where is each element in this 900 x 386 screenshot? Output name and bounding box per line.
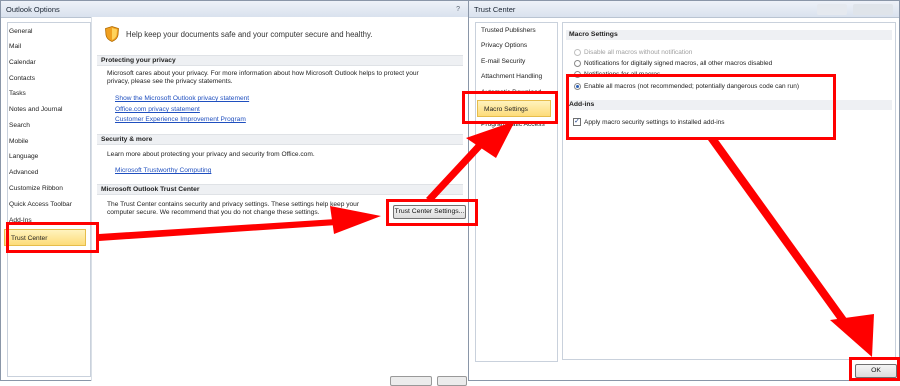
nav-item-language[interactable]: Language: [9, 152, 38, 161]
radio-notify-signed-macros[interactable]: Notifications for digitally signed macro…: [574, 59, 773, 68]
close-button[interactable]: [853, 4, 893, 15]
nav-item-general[interactable]: General: [9, 27, 32, 36]
radio-disable-all-macros[interactable]: Disable all macros without notification: [574, 48, 693, 57]
options-cancel-button[interactable]: [437, 376, 467, 386]
shield-icon: [105, 26, 119, 42]
radio-label: Enable all macros (not recommended; pote…: [584, 83, 799, 90]
privacy-section-title: Protecting your privacy: [97, 55, 463, 66]
nav-item-calendar[interactable]: Calendar: [9, 58, 36, 67]
radio-indicator[interactable]: [574, 71, 581, 78]
apply-macro-security-checkbox-row[interactable]: ✓ Apply macro security settings to insta…: [573, 118, 725, 127]
trust-center-settings-button[interactable]: Trust Center Settings...: [393, 205, 466, 219]
radio-notify-all-macros[interactable]: Notifications for all macros: [574, 70, 661, 79]
tc-nav-macro-settings[interactable]: Macro Settings: [477, 100, 551, 117]
nav-item-add-ins[interactable]: Add-Ins: [9, 216, 32, 225]
radio-indicator[interactable]: [574, 49, 581, 56]
trustworthy-computing-link[interactable]: Microsoft Trustworthy Computing: [115, 167, 211, 175]
nav-item-mail[interactable]: Mail: [9, 42, 21, 51]
outlook-options-titlebar: Outlook Options ?: [1, 1, 468, 18]
nav-item-mobile[interactable]: Mobile: [9, 137, 28, 146]
nav-item-quick-access-toolbar[interactable]: Quick Access Toolbar: [9, 200, 72, 209]
office-privacy-statement-link[interactable]: Office.com privacy statement: [115, 106, 200, 114]
radio-indicator[interactable]: [574, 60, 581, 67]
tc-nav-programmatic-access[interactable]: Programmatic Access: [481, 120, 545, 129]
radio-enable-all-macros[interactable]: Enable all macros (not recommended; pote…: [574, 82, 799, 91]
tc-nav-privacy-options[interactable]: Privacy Options: [481, 41, 527, 50]
help-icon[interactable]: ?: [456, 1, 460, 18]
radio-label: Notifications for digitally signed macro…: [584, 60, 773, 67]
minimize-button[interactable]: [817, 4, 847, 15]
radio-indicator[interactable]: [574, 83, 581, 90]
privacy-text: Microsoft cares about your privacy. For …: [107, 70, 419, 85]
tc-nav-automatic-download[interactable]: Automatic Download: [481, 88, 541, 97]
trust-center-title: Trust Center: [474, 5, 516, 14]
radio-label: Disable all macros without notification: [584, 49, 693, 56]
addins-title: Add-ins: [566, 100, 892, 110]
options-ok-button[interactable]: [390, 376, 432, 386]
options-header: Help keep your documents safe and your c…: [126, 30, 373, 39]
checkbox-indicator[interactable]: ✓: [573, 118, 581, 126]
nav-item-advanced[interactable]: Advanced: [9, 168, 38, 177]
window-title: Outlook Options: [6, 5, 60, 14]
radio-label: Notifications for all macros: [584, 71, 661, 78]
nav-item-contacts[interactable]: Contacts: [9, 74, 35, 83]
outlook-privacy-statement-link[interactable]: Show the Microsoft Outlook privacy state…: [115, 95, 249, 103]
trust-center-titlebar: Trust Center: [469, 1, 899, 18]
trust-center-section-title: Microsoft Outlook Trust Center: [97, 184, 463, 195]
tc-nav-email-security[interactable]: E-mail Security: [481, 57, 525, 66]
nav-item-customize-ribbon[interactable]: Customize Ribbon: [9, 184, 63, 193]
checkbox-label: Apply macro security settings to install…: [584, 119, 725, 126]
ok-button[interactable]: OK: [855, 364, 897, 378]
macro-settings-title: Macro Settings: [566, 30, 892, 40]
security-text: Learn more about protecting your privacy…: [107, 151, 315, 158]
nav-item-tasks[interactable]: Tasks: [9, 89, 26, 98]
tc-nav-trusted-publishers[interactable]: Trusted Publishers: [481, 26, 536, 35]
security-section-title: Security & more: [97, 134, 463, 145]
nav-item-search[interactable]: Search: [9, 121, 30, 130]
tc-nav-attachment-handling[interactable]: Attachment Handling: [481, 72, 542, 81]
ceip-link[interactable]: Customer Experience Improvement Program: [115, 116, 246, 124]
trust-center-text: The Trust Center contains security and p…: [107, 201, 360, 216]
nav-item-trust-center[interactable]: Trust Center: [4, 229, 86, 246]
nav-item-notes-journal[interactable]: Notes and Journal: [9, 105, 63, 114]
